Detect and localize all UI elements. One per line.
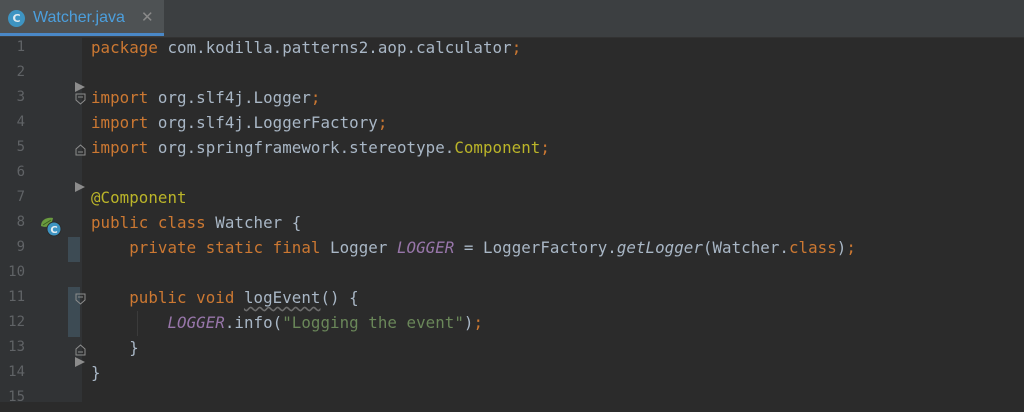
java-class-icon: C: [8, 10, 25, 27]
code-line[interactable]: 4 import org.slf4j.LoggerFactory;: [0, 112, 1024, 137]
code-text: import org.slf4j.LoggerFactory;: [91, 113, 388, 132]
code-text: public void logEvent() {: [129, 288, 359, 307]
line-number: 4: [16, 114, 25, 130]
fold-start-icon[interactable]: [74, 293, 87, 306]
indent-guide: [137, 311, 138, 336]
line-number: 2: [16, 64, 25, 80]
close-icon[interactable]: ✕: [141, 8, 154, 26]
code-line[interactable]: 2: [0, 62, 1024, 87]
code-line[interactable]: 6: [0, 162, 1024, 187]
line-number: 15: [8, 389, 25, 405]
code-text: LOGGER.info("Logging the event");: [167, 313, 484, 332]
fold-collapse-icon[interactable]: [74, 355, 87, 368]
code-text: import org.slf4j.Logger;: [91, 88, 321, 107]
code-text: public class Watcher {: [91, 213, 302, 232]
editor-tab-bar: C Watcher.java ✕: [0, 0, 1024, 38]
line-number: 14: [8, 364, 25, 380]
tab-watcher-java[interactable]: C Watcher.java ✕: [0, 0, 164, 36]
code-text: @Component: [91, 188, 187, 207]
line-number: 3: [16, 89, 25, 105]
code-line[interactable]: 15: [0, 387, 1024, 412]
line-number: 13: [8, 339, 25, 355]
fold-collapse-icon[interactable]: [74, 80, 87, 93]
fold-collapse-icon[interactable]: [74, 180, 87, 193]
code-line[interactable]: 3 import org.slf4j.Logger;: [0, 87, 1024, 112]
line-number: 1: [16, 39, 25, 55]
line-number: 6: [16, 164, 25, 180]
code-text: }: [91, 363, 101, 382]
svg-text:C: C: [50, 225, 57, 236]
code-line[interactable]: 5 import org.springframework.stereotype.…: [0, 137, 1024, 162]
code-line[interactable]: 8 public class Watcher {: [0, 212, 1024, 237]
code-line[interactable]: 9 private static final Logger LOGGER = L…: [0, 237, 1024, 262]
line-number: 5: [16, 139, 25, 155]
fold-start-icon[interactable]: [74, 93, 87, 106]
line-number: 8: [16, 214, 25, 230]
line-number: 10: [8, 264, 25, 280]
code-line[interactable]: 11 public void logEvent() {: [0, 287, 1024, 312]
line-number: 9: [16, 239, 25, 255]
line-number: 12: [8, 314, 25, 330]
code-line[interactable]: 12 LOGGER.info("Logging the event");: [0, 312, 1024, 337]
fold-end-icon[interactable]: [74, 143, 87, 156]
line-number: 7: [16, 189, 25, 205]
code-text: import org.springframework.stereotype.Co…: [91, 138, 550, 157]
code-line[interactable]: 13 }: [0, 337, 1024, 362]
code-text: }: [91, 338, 139, 357]
code-line[interactable]: 10: [0, 262, 1024, 287]
code-line[interactable]: 1 package com.kodilla.patterns2.aop.calc…: [0, 37, 1024, 62]
line-number: 11: [8, 289, 25, 305]
spring-bean-icon[interactable]: C: [38, 215, 62, 237]
code-text: package com.kodilla.patterns2.aop.calcul…: [91, 38, 522, 57]
code-text: private static final Logger LOGGER = Log…: [129, 238, 856, 257]
code-line[interactable]: 14 }: [0, 362, 1024, 387]
tab-title[interactable]: Watcher.java: [33, 9, 125, 27]
change-marker[interactable]: [68, 237, 80, 262]
code-line[interactable]: 7 @Component: [0, 187, 1024, 212]
